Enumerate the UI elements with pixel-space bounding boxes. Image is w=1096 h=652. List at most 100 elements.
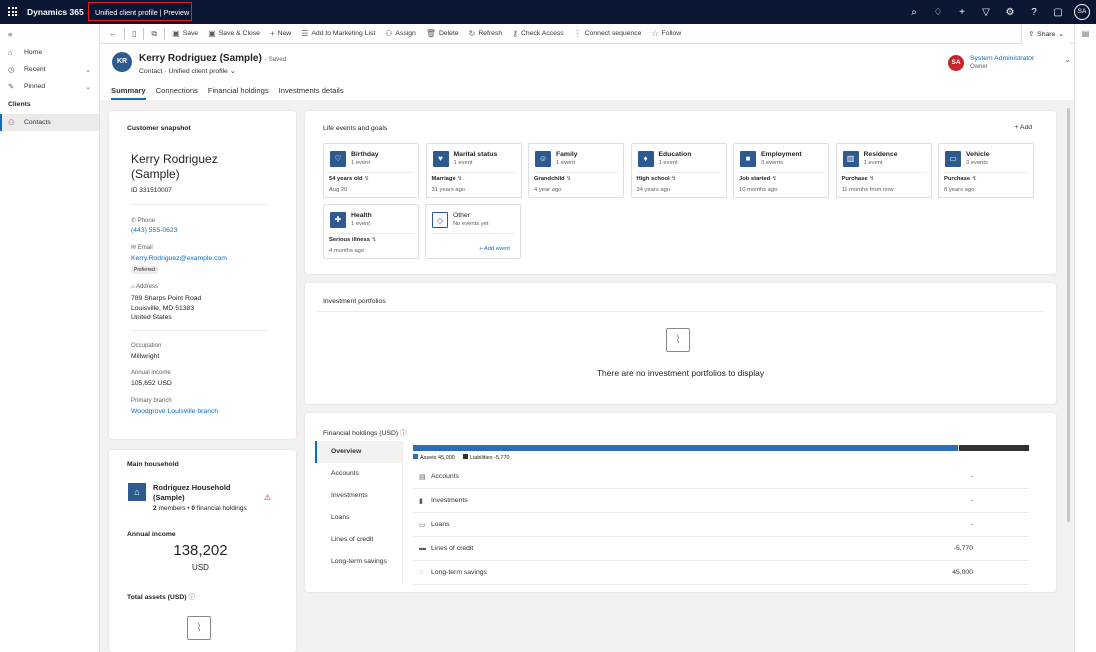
life-event-card[interactable]: ♥ Marital status 1 event Marriage ↯ 31 years… — [425, 143, 522, 198]
owner-name[interactable]: System Administrator — [970, 55, 1034, 62]
back-button[interactable]: ← — [104, 24, 122, 44]
hamburger-menu[interactable]: ≡ — [0, 24, 99, 44]
holdings-text: financial holdings — [196, 505, 247, 512]
email-value[interactable]: Kerry.Rodriguez@example.com — [131, 255, 227, 262]
holdings-nav-accounts[interactable]: Accounts — [315, 463, 403, 485]
pin-icon: ✎ — [8, 82, 15, 91]
open-new-window-button[interactable]: ⧉ — [146, 24, 162, 44]
plus-icon[interactable]: + — [950, 7, 974, 18]
add-life-event-button[interactable]: + Add — [1014, 124, 1032, 131]
form-selector[interactable]: Unified client profile — [168, 68, 227, 75]
life-event-title: Family — [556, 151, 578, 158]
table-row[interactable]: ◌ Long-term savings 45,000 — [413, 561, 1029, 585]
settings-icon[interactable]: ⚙ — [998, 7, 1022, 18]
info-icon[interactable]: ⓘ — [188, 594, 195, 601]
table-row[interactable]: ▮ Investments - — [413, 489, 1029, 513]
phone-value[interactable]: (443) 555-0623 — [131, 227, 177, 234]
life-event-card[interactable]: ▭ Vehicle 3 events Purchase ↯ 8 years ago — [938, 143, 1034, 198]
legend-liabilities: Liabilities -5,770 — [462, 454, 510, 461]
holding-label: Lines of credit — [431, 545, 474, 552]
share-button[interactable]: ⇪ Share ⌄ — [1021, 24, 1070, 44]
trash-icon: 🗑 — [425, 29, 436, 38]
new-button[interactable]: + New — [265, 24, 296, 44]
legend-assets: Assets 45,000 — [413, 454, 455, 461]
sidebar-item-pinned[interactable]: ✎ Pinned ⌄ — [0, 78, 99, 95]
card-title: Main household — [127, 461, 179, 468]
life-event-card[interactable]: ✚ Health 1 event Serious illness ↯ 4 months … — [323, 204, 419, 259]
app-area-title[interactable]: Unified client profile | Preview — [88, 2, 192, 21]
divider — [329, 233, 413, 234]
life-event-when: 31 years ago — [431, 187, 466, 193]
life-event-card[interactable]: ☺ Family 1 event Grandchild ↯ 4 year ago — [528, 143, 624, 198]
table-row[interactable]: ▭ Loans - — [413, 513, 1029, 537]
life-event-card[interactable]: ♡ Birthday 1 event 54 years old ↯ Aug 20 — [323, 143, 419, 198]
assign-label: Assign — [395, 30, 416, 37]
life-event-card[interactable]: ♦ Education 1 event High school ↯ 34 years a… — [630, 143, 727, 198]
chevron-down-icon[interactable]: ⌄ — [230, 68, 236, 75]
user-avatar[interactable]: SA — [1074, 4, 1090, 20]
life-event-card[interactable]: ■ Employment 3 events Job started ↯ 10 month… — [733, 143, 829, 198]
delete-button[interactable]: 🗑 Delete — [421, 24, 464, 44]
check-access-button[interactable]: ⚷ Check Access — [507, 24, 569, 44]
table-row[interactable]: ▬ Lines of credit -5,770 — [413, 537, 1029, 561]
follow-button[interactable]: ☆ Follow — [646, 24, 686, 44]
tab-connections[interactable]: Connections — [156, 86, 198, 100]
life-event-count: 1 event — [556, 160, 576, 166]
scrollbar[interactable] — [1067, 108, 1070, 522]
holdings-nav-loans[interactable]: Loans — [315, 507, 403, 529]
add-to-marketing-list-button[interactable]: ☰ Add to Marketing List — [296, 24, 380, 44]
star-icon: ☆ — [651, 29, 659, 38]
info-icon[interactable]: ⓘ — [400, 430, 407, 437]
household-name[interactable]: Rodriguez Household (Sample) — [153, 483, 231, 503]
members-text: members • — [158, 505, 190, 512]
chevron-down-icon: ⌄ — [1058, 31, 1064, 38]
assign-button[interactable]: ⚇ Assign — [380, 24, 421, 44]
divider — [329, 172, 413, 173]
chevron-down-icon[interactable]: ⌄ — [1064, 55, 1071, 64]
life-event-detail-text: Purchase — [841, 176, 868, 182]
productivity-pane-icon[interactable]: ▤ — [1075, 29, 1096, 38]
holdings-nav-lines-of-credit[interactable]: Lines of credit — [315, 529, 403, 551]
life-event-count: 1 event — [453, 160, 473, 166]
app-name[interactable]: Dynamics 365 — [27, 7, 84, 17]
tab-summary[interactable]: Summary — [111, 86, 146, 100]
connect-sequence-button[interactable]: ⋮ Connect sequence — [569, 24, 647, 44]
refresh-button[interactable]: ↻ Refresh — [464, 24, 508, 44]
table-row[interactable]: ▤ Accounts - — [413, 465, 1029, 489]
sidebar-item-label: Contacts — [24, 119, 51, 126]
assets-bar — [413, 445, 958, 451]
life-event-title: Education — [658, 151, 692, 158]
sidebar-item-contacts[interactable]: ⚇ Contacts — [0, 114, 99, 131]
life-event-detail: High school ↯ — [637, 176, 677, 182]
life-event-detail-text: Marriage — [431, 176, 456, 182]
sidebar-item-home[interactable]: ⌂ Home — [0, 44, 99, 61]
preferred-badge: Preferred — [131, 266, 158, 274]
holdings-nav-investments[interactable]: Investments — [315, 485, 403, 507]
life-event-card[interactable]: ▥ Residence 1 event Purchase ↯ 11 months fro… — [835, 143, 932, 198]
branch-value[interactable]: Woodgrove Louisville branch — [131, 408, 218, 415]
save-button[interactable]: ▣ Save — [167, 24, 203, 44]
form-view-button[interactable]: ▯ — [127, 24, 141, 44]
tab-investments-details[interactable]: Investments details — [279, 86, 344, 100]
help-icon[interactable]: ? — [1022, 7, 1046, 18]
app-launcher-icon[interactable] — [8, 7, 17, 16]
tab-financial-holdings[interactable]: Financial holdings — [208, 86, 269, 100]
life-event-detail: 54 years old ↯ — [329, 176, 369, 182]
chat-icon[interactable]: ▢ — [1046, 7, 1070, 18]
filter-icon[interactable]: ▽ — [974, 7, 998, 18]
lightbulb-icon[interactable]: ♢ — [926, 7, 950, 18]
save-icon: ▣ — [172, 29, 180, 38]
life-event-when: 8 years ago — [944, 187, 975, 193]
members-count: 2 — [153, 505, 157, 512]
record-name: Kerry Rodriguez (Sample) — [139, 53, 262, 64]
add-event-button[interactable]: + Add event — [479, 246, 510, 252]
life-event-card-other[interactable]: ◇ Other No events yet + Add event — [425, 204, 521, 259]
holdings-nav-overview[interactable]: Overview — [315, 441, 403, 463]
refresh-label: Refresh — [478, 30, 503, 37]
save-close-button[interactable]: ▣ Save & Close — [203, 24, 265, 44]
holdings-nav-long-term-savings[interactable]: Long-term savings — [315, 551, 403, 573]
legend-assets-text: Assets 45,000 — [420, 455, 455, 461]
search-icon[interactable]: ⌕ — [902, 7, 926, 18]
sidebar-item-recent[interactable]: ◷ Recent ⌄ — [0, 61, 99, 78]
document-icon: ▯ — [132, 29, 137, 38]
